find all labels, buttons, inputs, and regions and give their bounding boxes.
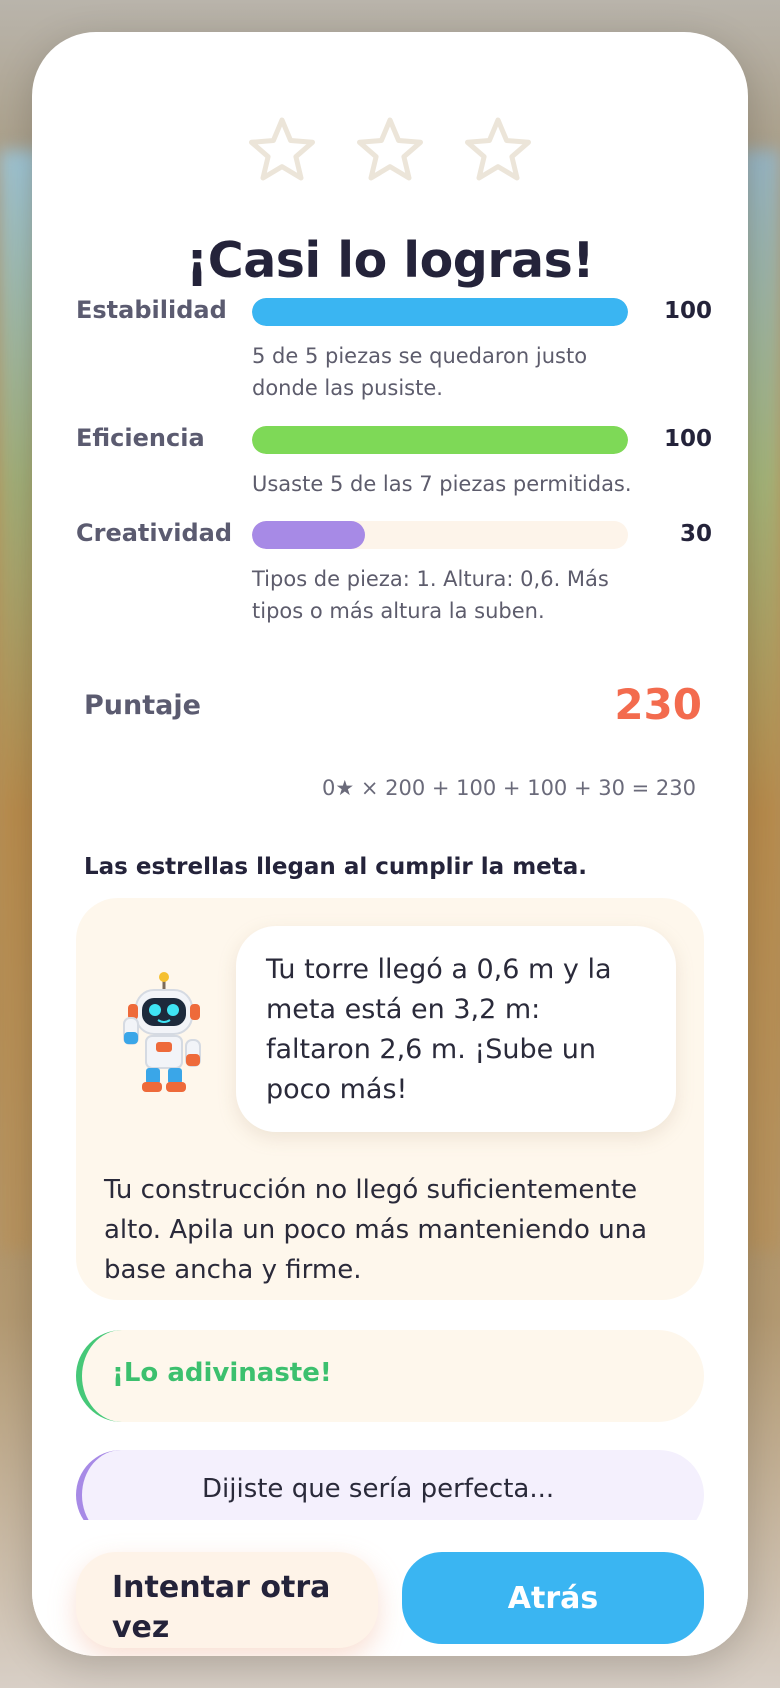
score-value: 230 — [614, 680, 702, 729]
metric-progress-fill — [252, 521, 365, 549]
metric-value: 30 — [679, 521, 712, 547]
robot-mascot-icon — [112, 970, 212, 1096]
star-outline-icon — [354, 114, 426, 186]
metric-label: Creatividad — [76, 519, 233, 547]
feedback-panel: Tu torre llegó a 0,6 m y la meta está en… — [76, 898, 704, 1300]
star-outline-icon — [246, 114, 318, 186]
metric-label: Eficiencia — [76, 424, 205, 452]
metric-value: 100 — [663, 426, 712, 452]
footer-actions: Intentar otra vez Atrás — [32, 1520, 748, 1656]
stars-note: Las estrellas llegan al cumplir la meta. — [84, 854, 588, 880]
back-button[interactable]: Atrás — [402, 1552, 704, 1644]
metric-description: Usaste 5 de las 7 piezas permitidas. — [252, 472, 632, 496]
feedback-text: Tu construcción no llegó suficientemente… — [104, 1175, 648, 1285]
metric-label: Estabilidad — [76, 296, 227, 324]
metric-progress-fill — [252, 298, 628, 326]
retry-button[interactable]: Intentar otra vez — [76, 1552, 378, 1648]
metric-progress-bar — [252, 298, 628, 326]
score-formula: 0★ × 200 + 100 + 100 + 30 = 230 — [322, 776, 696, 800]
metric-progress-fill — [252, 426, 628, 454]
score-row: Puntaje 230 — [84, 680, 702, 740]
score-label: Puntaje — [84, 690, 201, 721]
guess-card: ¡Lo adivinaste! — [76, 1330, 704, 1422]
metric-description: 5 de 5 piezas se quedaron justo donde la… — [252, 344, 588, 400]
metric-description: Tipos de pieza: 1. Altura: 0,6. Más tipo… — [252, 567, 609, 623]
metric-value: 100 — [663, 298, 712, 324]
guess-text: ¡Lo adivinaste! — [112, 1358, 332, 1388]
metric-progress-bar — [252, 521, 628, 549]
star-outline-icon — [462, 114, 534, 186]
result-title: ¡Casi lo logras! — [185, 232, 595, 289]
prediction-text: Dijiste que sería perfecta... — [202, 1474, 555, 1504]
result-card: ¡Casi lo logras! Estabilidad 100 5 de 5 … — [32, 32, 748, 1656]
star-rating — [32, 114, 748, 186]
metric-progress-bar — [252, 426, 628, 454]
robot-speech-bubble: Tu torre llegó a 0,6 m y la meta está en… — [236, 926, 676, 1132]
